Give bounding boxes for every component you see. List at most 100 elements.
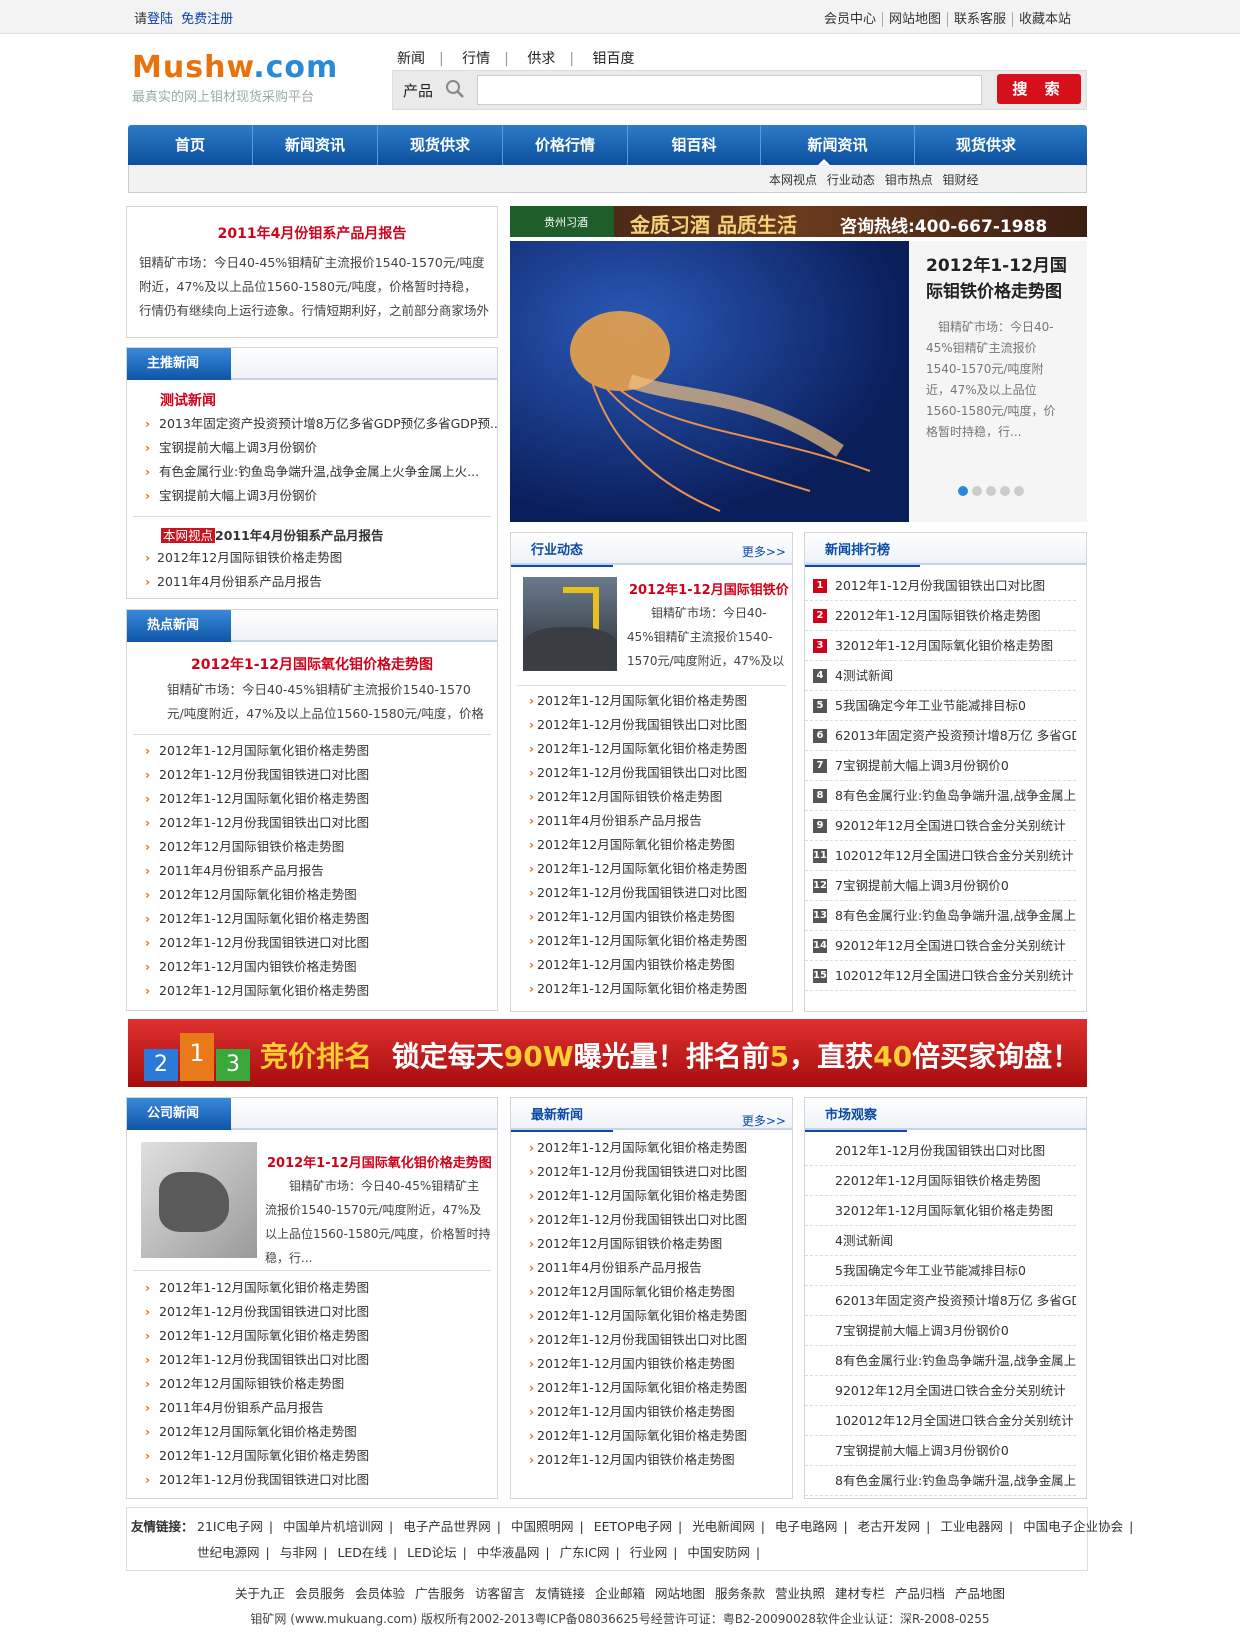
sitemap-link[interactable]: 网站地图 [882,12,948,27]
ranking-item[interactable]: 14 92012年12月全国进口铁合金分关别统计 [805,931,1076,961]
list-item[interactable]: 2012年1-12月国际氧化钼价格走势图 [511,857,791,881]
footer-link[interactable]: 营业执照 [775,1586,825,1601]
list-item[interactable]: 宝钢提前大幅上调3月份钢价 [127,436,497,460]
ranking-item[interactable]: 9 92012年12月全国进口铁合金分关别统计 [805,811,1076,841]
slide-dot[interactable] [1000,486,1010,496]
more-link[interactable]: 更多>> [742,543,786,560]
list-item[interactable]: 2012年1-12月份我国钼铁进口对比图 [127,1468,497,1492]
tab-latest[interactable]: 最新新闻 [510,1104,614,1132]
list-item[interactable]: 2012年1-12月国际氧化钼价格走势图 [127,787,497,811]
list-item[interactable]: 2012年1-12月份我国钼铁出口对比图 [511,1208,792,1232]
footer-link[interactable]: 会员体验 [355,1586,405,1601]
footer-link[interactable]: 广告服务 [415,1586,465,1601]
friend-link[interactable]: LED论坛 [407,1545,457,1560]
list-item[interactable]: 2012年12月国际氧化钼价格走势图 [511,1280,792,1304]
list-item[interactable]: 7宝钢提前大幅上调3月份钢价0 [805,1436,1076,1466]
list-item[interactable]: 2012年1-12月国内钼铁价格走势图 [511,953,791,977]
nav-news[interactable]: 新闻资讯 [253,125,378,165]
friend-link[interactable]: 中国单片机培训网 [283,1519,383,1534]
tab-market[interactable]: 市场观察 [804,1104,908,1132]
member-center-link[interactable]: 会员中心 [817,12,883,27]
list-item[interactable]: 2011年4月份钼系产品月报告 [127,570,497,594]
login-link[interactable]: 登陆 [147,12,173,27]
nav-news-2[interactable]: 新闻资讯 [761,125,915,165]
subnav-viewpoint[interactable]: 本网视点 [769,173,817,187]
hot-news-title[interactable]: 2012年1-12月国际氧化钼价格走势图 [127,654,497,674]
subnav-hot[interactable]: 钼市热点 [885,173,933,187]
list-item[interactable]: 2011年4月份钼系产品月报告 [127,1396,497,1420]
list-item[interactable]: 2012年1-12月国际氧化钼价格走势图 [511,977,791,1001]
list-item[interactable]: 2012年1-12月国际氧化钼价格走势图 [127,1324,497,1348]
list-item[interactable]: 2012年1-12月份我国钼铁出口对比图 [805,1136,1076,1166]
slide-dot[interactable] [986,486,996,496]
list-item[interactable]: 2012年1-12月份我国钼铁出口对比图 [511,761,791,785]
list-item[interactable]: 2012年1-12月国际氧化钼价格走势图 [511,1424,792,1448]
friend-link[interactable]: 中国照明网 [511,1519,574,1534]
list-item[interactable]: 22012年1-12月国际钼铁价格走势图 [805,1166,1076,1196]
topnav-baike[interactable]: 钼百度 [593,51,635,67]
list-item[interactable]: 2012年1-12月国际氧化钼价格走势图 [511,1184,792,1208]
tab-ranking[interactable]: 新闻排行榜 [804,539,921,567]
nav-home[interactable]: 首页 [128,125,253,165]
friend-link[interactable]: LED在线 [337,1545,387,1560]
list-item[interactable]: 2012年1-12月国际氧化钼价格走势图 [511,737,791,761]
list-item[interactable]: 2012年1-12月国内钼铁价格走势图 [511,1448,792,1472]
ranking-item[interactable]: 8 8有色金属行业:钓鱼岛争端升温,战争金属上火 [805,781,1076,811]
list-item[interactable]: 2012年1-12月国际氧化钼价格走势图 [127,1444,497,1468]
contact-link[interactable]: 联系客服 [947,12,1013,27]
feature-title[interactable]: 2011年4月份钼系产品月报告 [127,223,497,243]
ranking-item[interactable]: 13 8有色金属行业:钓鱼岛争端升温,战争金属上火 [805,901,1076,931]
slide-dot[interactable] [958,486,968,496]
ranking-item[interactable]: 7 7宝钢提前大幅上调3月份钢价0 [805,751,1076,781]
register-link[interactable]: 免费注册 [181,12,233,27]
list-item[interactable]: 2012年1-12月国际氧化钼价格走势图 [127,907,497,931]
footer-link[interactable]: 访客留言 [475,1586,525,1601]
slide-dot[interactable] [1014,486,1024,496]
list-item[interactable]: 2012年12月国际氧化钼价格走势图 [127,883,497,907]
list-item[interactable]: 2012年1-12月份我国钼铁进口对比图 [127,763,497,787]
search-category[interactable]: 产品 [403,80,433,101]
subnav-finance[interactable]: 钼财经 [943,173,979,187]
list-item[interactable]: 2012年1-12月份我国钼铁出口对比图 [127,1348,497,1372]
list-item[interactable]: 8有色金属行业:钓鱼岛争端升温,战争金属上火 [805,1346,1076,1376]
viewpoint-row[interactable]: 本网视点 2011年4月份钼系产品月报告 [127,517,497,544]
friend-link[interactable]: 世纪电源网 [197,1545,260,1560]
list-item[interactable]: 2011年4月份钼系产品月报告 [511,1256,792,1280]
friend-link[interactable]: 与非网 [280,1545,318,1560]
list-item[interactable]: 32012年1-12月国际氧化钼价格走势图 [805,1196,1076,1226]
bidding-rank-banner[interactable]: 2 1 3 竞价排名 锁定每天90W曝光量！排名前5，直获40倍买家询盘！ [128,1019,1087,1087]
ranking-item[interactable]: 1 2012年1-12月份我国钼铁出口对比图 [805,571,1076,601]
footer-link[interactable]: 企业邮箱 [595,1586,645,1601]
footer-link[interactable]: 建材专栏 [835,1586,885,1601]
list-item[interactable]: 2012年1-12月份我国钼铁出口对比图 [127,811,497,835]
list-item[interactable]: 2012年12月国际钼铁价格走势图 [127,546,497,570]
footer-link[interactable]: 产品归档 [895,1586,945,1601]
search-button[interactable]: 搜 索 [997,74,1081,104]
list-item[interactable]: 2012年1-12月份我国钼铁进口对比图 [127,931,497,955]
ranking-item[interactable]: 15 102012年12月全国进口铁合金分关别统计 [805,961,1076,991]
industry-thumb[interactable] [523,577,617,671]
ranking-item[interactable]: 11 102012年12月全国进口铁合金分关别统计 [805,841,1076,871]
ranking-item[interactable]: 3 32012年1-12月国际氧化钼价格走势图 [805,631,1076,661]
tab-main-news[interactable]: 主推新闻 [127,348,231,380]
list-item[interactable]: 宝钢提前大幅上调3月份钢价 [127,484,497,508]
footer-link[interactable]: 产品地图 [955,1586,1005,1601]
site-logo[interactable]: Mushw.com [132,50,338,85]
list-item[interactable]: 2012年12月国际钼铁价格走势图 [127,835,497,859]
friend-link[interactable]: 中国安防网 [687,1545,750,1560]
ranking-item[interactable]: 5 5我国确定今年工业节能减排目标0 [805,691,1076,721]
list-item[interactable]: 有色金属行业:钓鱼岛争端升温,战争金属上火争金属上火... [127,460,497,484]
industry-title[interactable]: 2012年1-12月国际钼铁价 [629,579,789,598]
friend-link[interactable]: 电子产品世界网 [403,1519,491,1534]
list-item[interactable]: 2011年4月份钼系产品月报告 [511,809,791,833]
list-item[interactable]: 2012年12月国际钼铁价格走势图 [511,785,791,809]
topnav-news[interactable]: 新闻 [397,51,425,67]
list-item[interactable]: 102012年12月全国进口铁合金分关别统计 [805,1406,1076,1436]
company-thumb[interactable] [141,1142,257,1258]
search-input[interactable] [477,75,982,105]
tab-company-news[interactable]: 公司新闻 [127,1098,231,1130]
ranking-item[interactable]: 4 4测试新闻 [805,661,1076,691]
ranking-item[interactable]: 6 62013年固定资产投资预计增8万亿 多省GDP预 [805,721,1076,751]
list-item[interactable]: 2012年1-12月国际氧化钼价格走势图 [511,689,791,713]
bookmark-link[interactable]: 收藏本站 [1013,12,1077,27]
